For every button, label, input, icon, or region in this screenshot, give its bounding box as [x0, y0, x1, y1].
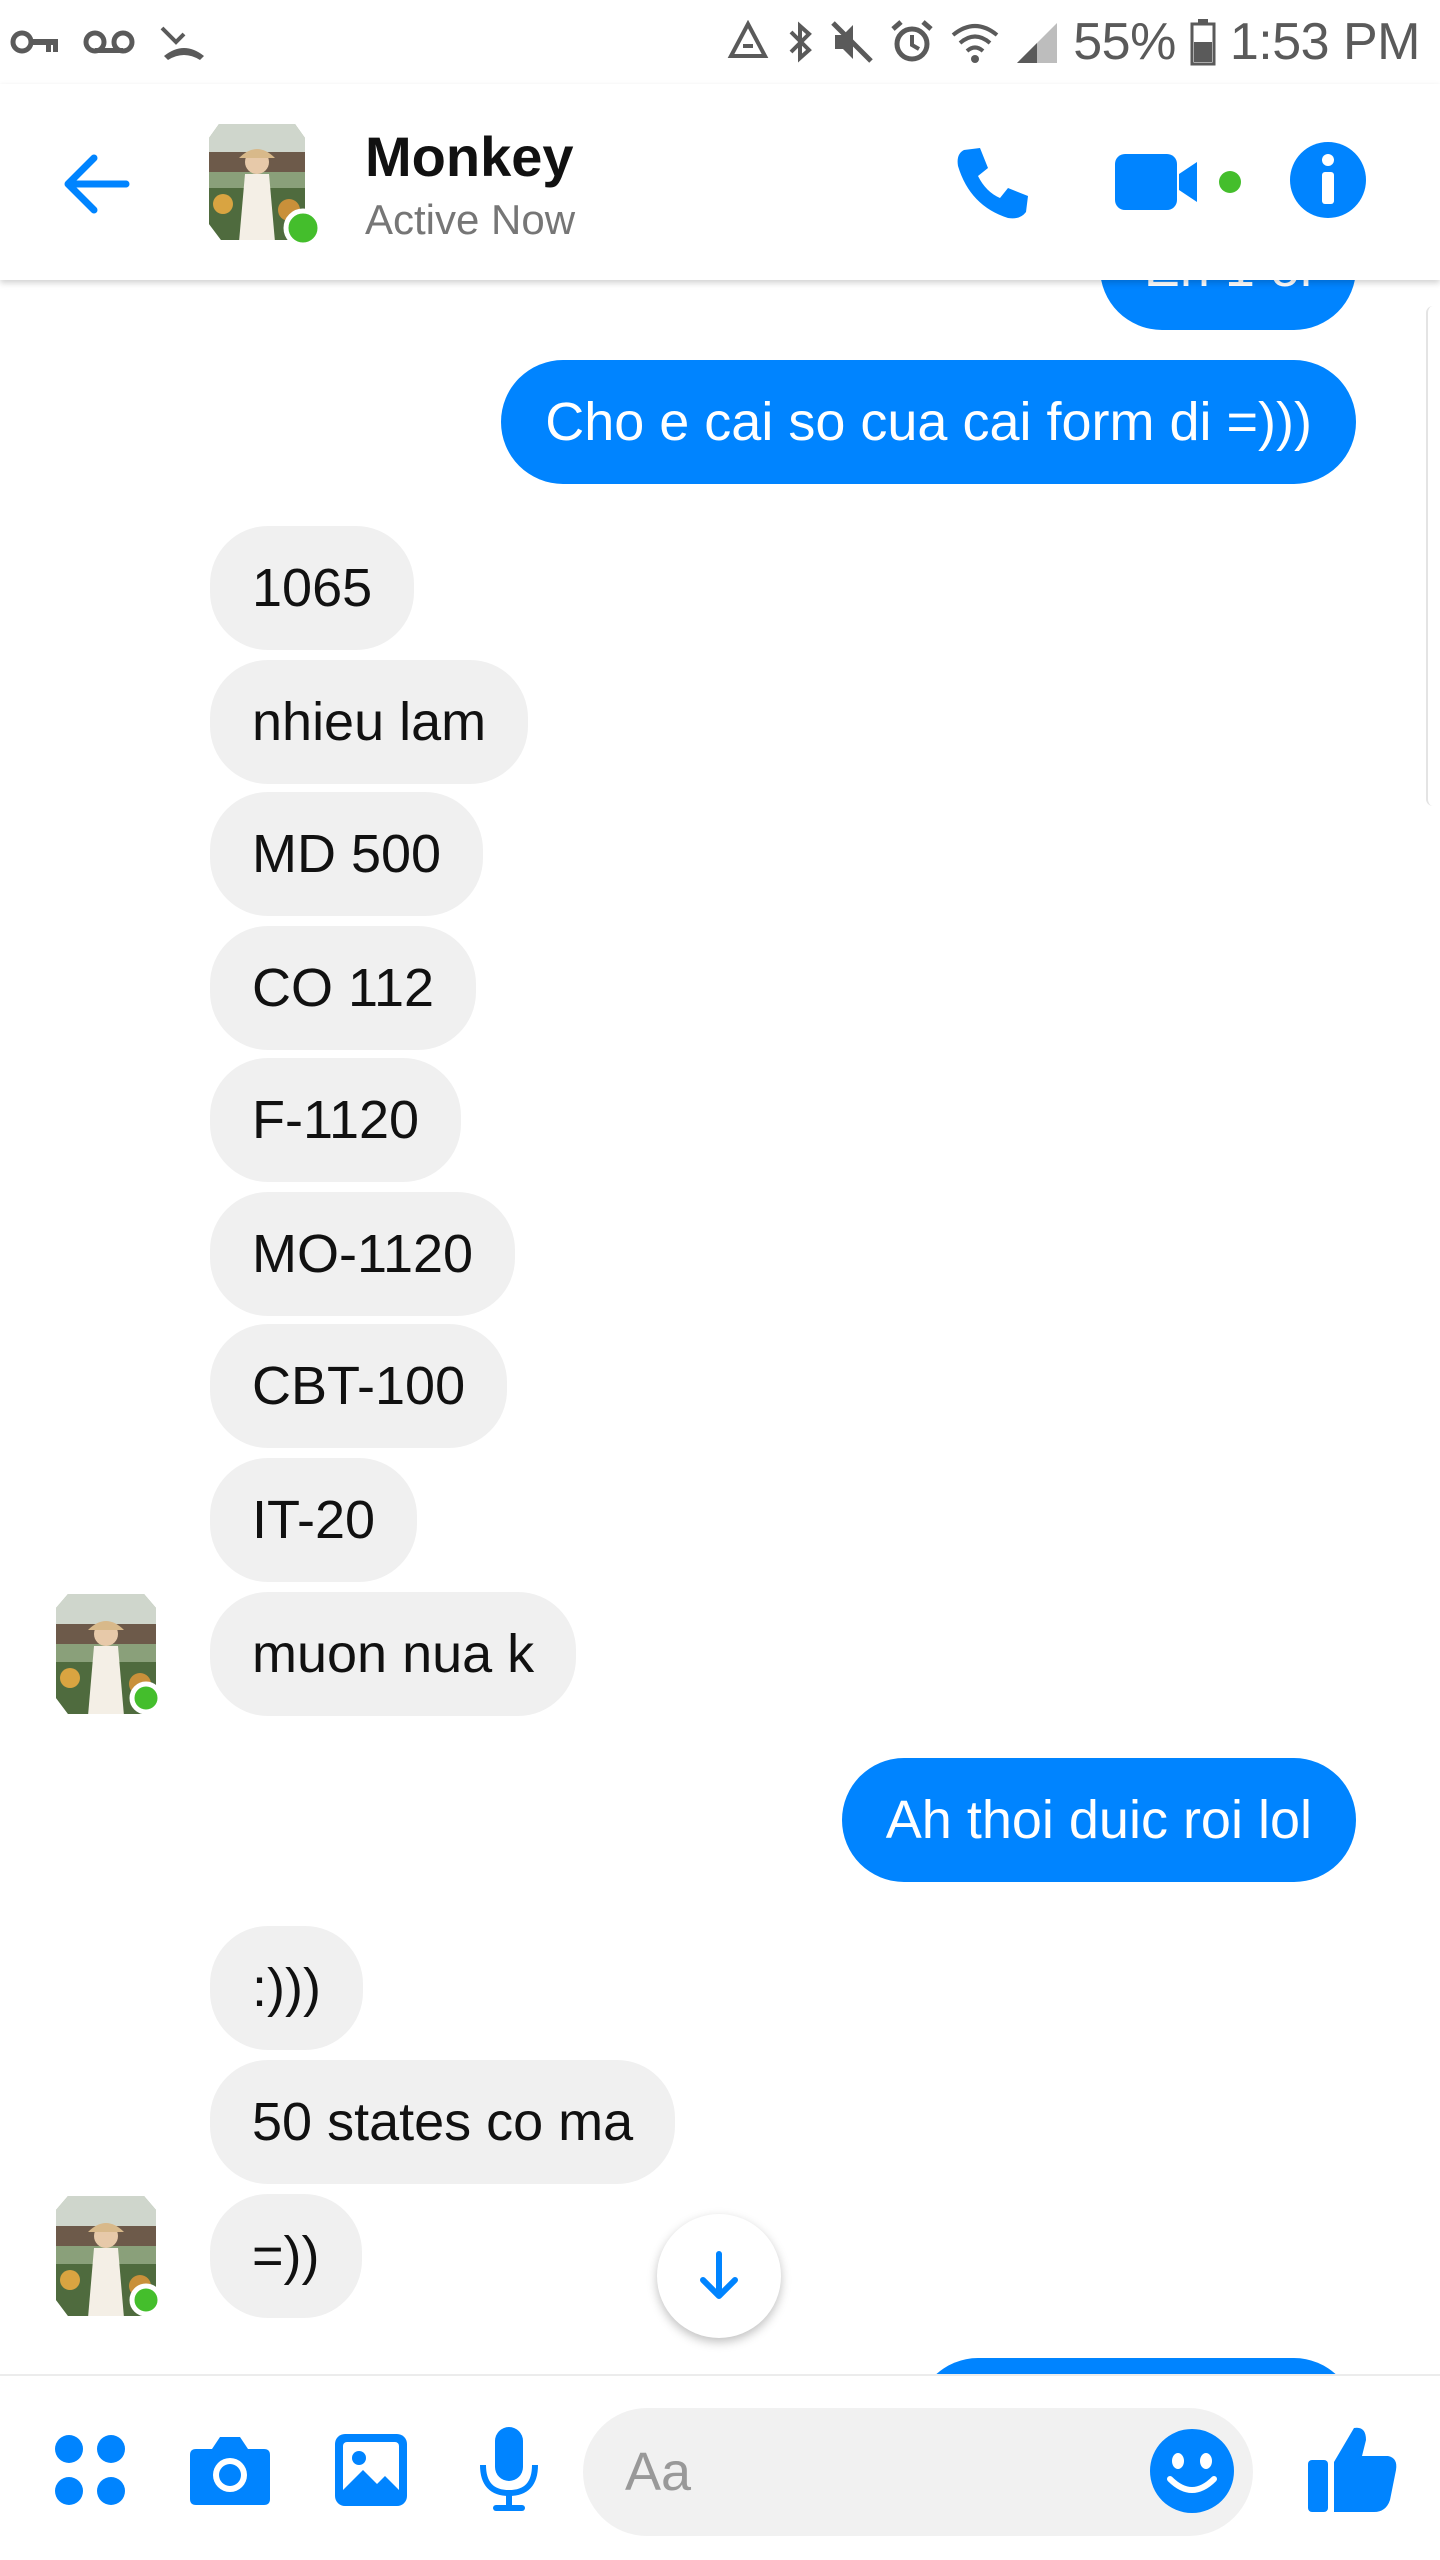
message-composer [0, 2374, 1440, 2560]
message-bubble-incoming[interactable]: F-1120 [210, 1058, 462, 1182]
image-icon [335, 2434, 407, 2506]
smiley-icon [1150, 2429, 1234, 2513]
contact-name[interactable]: Monkey [365, 124, 574, 189]
message-bubble-outgoing[interactable]: Ah thoi duic roi lol [841, 1758, 1356, 1882]
recycle-icon [725, 20, 771, 64]
info-icon [1290, 142, 1366, 218]
message-list[interactable]: Eh 1 ol Cho e cai so cua cai form di =))… [0, 280, 1440, 2374]
key-icon [10, 20, 60, 64]
battery-percent: 55% [1073, 13, 1176, 71]
battery-icon [1190, 18, 1216, 66]
message-bubble-incoming[interactable]: CBT-100 [210, 1324, 508, 1448]
message-bubble-incoming[interactable]: 1065 [210, 526, 415, 650]
message-bubble-incoming[interactable]: MD 500 [210, 792, 484, 916]
gallery-button[interactable] [325, 2424, 417, 2516]
message-bubble-incoming[interactable]: =)) [210, 2194, 362, 2318]
voice-call-button[interactable] [950, 140, 1034, 224]
microphone-icon [480, 2427, 538, 2511]
like-button[interactable] [1300, 2416, 1404, 2520]
message-bubble-incoming[interactable]: CO 112 [210, 926, 477, 1050]
online-indicator [283, 208, 323, 248]
scroll-to-bottom-button[interactable] [657, 2214, 781, 2338]
message-bubble-outgoing-partial[interactable] [916, 2358, 1356, 2374]
phone-missed-icon [158, 20, 210, 64]
back-button[interactable] [50, 136, 146, 232]
contact-avatar[interactable] [205, 118, 323, 248]
voice-message-button[interactable] [463, 2424, 555, 2516]
message-bubble-outgoing[interactable]: Eh 1 ol [1099, 280, 1356, 330]
message-bubble-incoming[interactable]: muon nua k [210, 1592, 577, 1716]
message-bubble-incoming[interactable]: IT-20 [210, 1458, 418, 1582]
video-call-button[interactable] [1115, 140, 1245, 224]
info-button[interactable] [1288, 140, 1368, 224]
message-bubble-incoming[interactable]: MO-1120 [210, 1192, 516, 1316]
camera-button[interactable] [184, 2424, 276, 2516]
thumbs-up-icon [1308, 2427, 1397, 2512]
voicemail-icon [82, 20, 136, 64]
sender-avatar[interactable] [52, 2192, 163, 2318]
arrow-left-icon [64, 154, 130, 214]
sender-avatar[interactable] [52, 1590, 163, 1716]
wifi-icon [949, 19, 1001, 65]
conversation-header: Monkey Active Now [0, 84, 1440, 280]
camera-icon [190, 2437, 270, 2505]
clock: 1:53 PM [1229, 13, 1421, 71]
arrow-down-icon [700, 2251, 738, 2299]
grid-dots-icon [55, 2435, 125, 2505]
active-status: Active Now [365, 196, 576, 243]
signal-icon [1015, 19, 1059, 65]
alarm-icon [889, 19, 935, 65]
message-bubble-outgoing[interactable]: Cho e cai so cua cai form di =))) [501, 360, 1356, 484]
scrollbar[interactable] [1426, 306, 1440, 806]
message-bubble-incoming[interactable]: 50 states co ma [210, 2060, 676, 2184]
video-camera-icon [1115, 154, 1241, 210]
phone-icon [957, 148, 1028, 219]
message-bubble-incoming[interactable]: nhieu lam [210, 660, 529, 784]
bluetooth-icon [785, 18, 815, 66]
mute-icon [829, 19, 875, 65]
message-bubble-incoming[interactable]: :))) [210, 1926, 363, 2050]
emoji-button[interactable] [1143, 2422, 1241, 2520]
status-bar: 55% 1:53 PM [0, 0, 1440, 84]
more-actions-button[interactable] [44, 2424, 136, 2516]
